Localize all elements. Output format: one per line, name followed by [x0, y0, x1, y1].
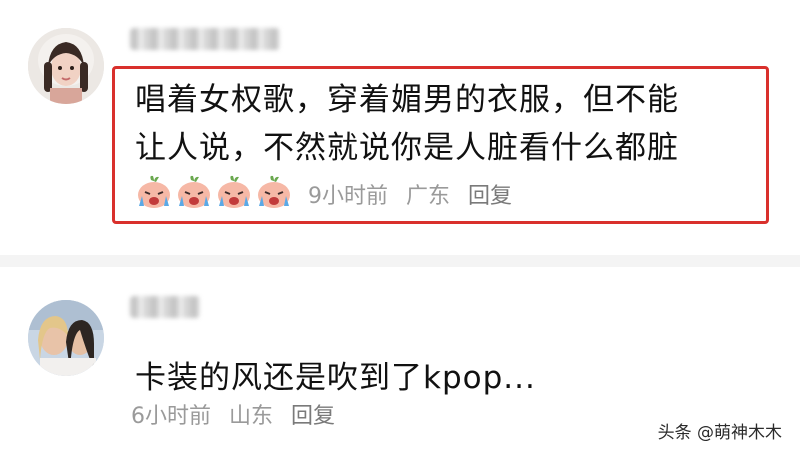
- avatar-image: [28, 28, 104, 104]
- comment-time: 6小时前: [131, 404, 211, 429]
- crying-face-icon: [255, 174, 293, 210]
- watermark: 头条 @萌神木木: [657, 423, 782, 443]
- comment-text-line-1: 唱着女权歌，穿着媚男的衣服，但不能: [135, 82, 679, 118]
- comment-text-line-2: 让人说，不然就说你是人脏看什么都脏: [135, 130, 679, 166]
- reply-button[interactable]: 回复: [468, 178, 512, 210]
- comment-text-line-1: 卡装的风还是吹到了kpop...: [135, 360, 536, 396]
- divider: [0, 255, 800, 267]
- crying-face-icon: [135, 174, 173, 210]
- reply-button[interactable]: 回复: [291, 398, 335, 430]
- avatar[interactable]: [28, 300, 104, 376]
- comment-meta: 6小时前 山东 回复: [131, 398, 335, 430]
- comment-location: 山东: [229, 404, 274, 429]
- crying-face-icon: [215, 174, 253, 210]
- comment-item: 唱着女权歌，穿着媚男的衣服，但不能 让人说，不然就说你是人脏看什么都脏 9小时前…: [0, 0, 800, 250]
- username-blurred[interactable]: [130, 296, 200, 318]
- comment-time: 9小时前: [308, 184, 388, 209]
- emoji-row: [135, 174, 293, 210]
- comment-location: 广东: [406, 184, 451, 209]
- crying-face-icon: [175, 174, 213, 210]
- avatar[interactable]: [28, 28, 104, 104]
- avatar-image: [28, 300, 104, 376]
- username-blurred[interactable]: [130, 28, 280, 50]
- comment-meta: 9小时前 广东 回复: [308, 178, 512, 210]
